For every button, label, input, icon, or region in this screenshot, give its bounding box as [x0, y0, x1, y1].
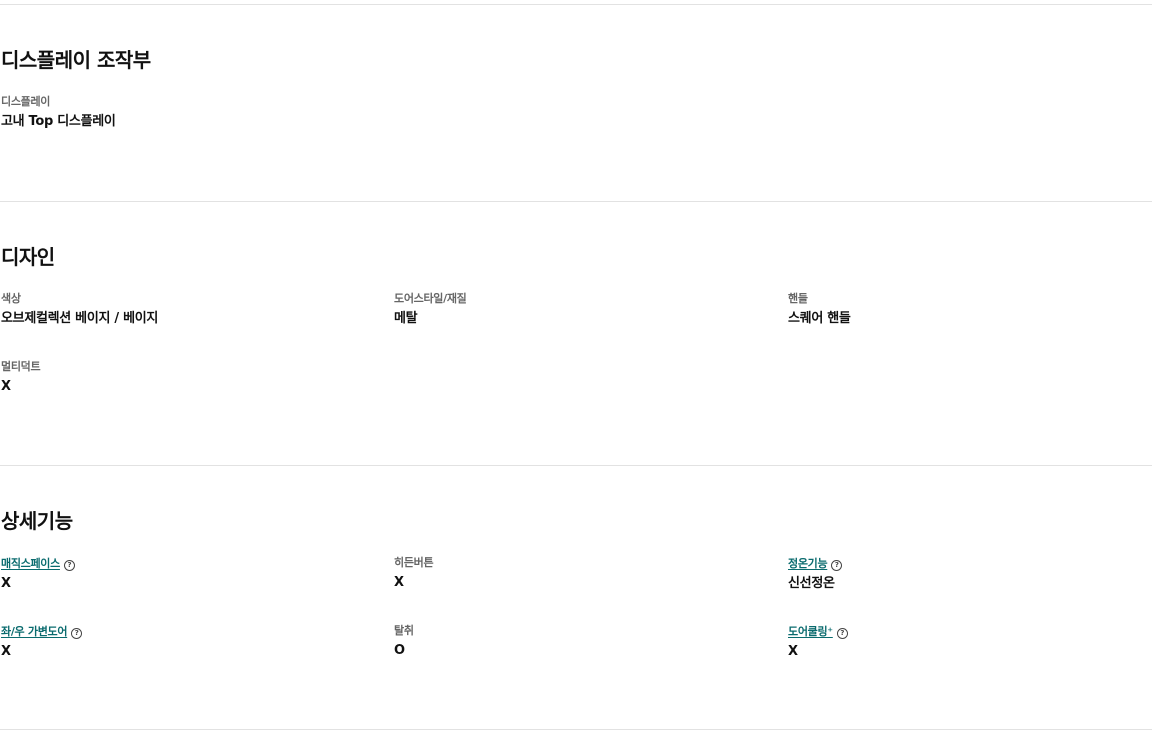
spec-display: 디스플레이 고내 Top 디스플레이 — [1, 95, 116, 130]
divider-display — [0, 201, 1152, 202]
variable-door-link[interactable]: 좌/우 가변도어 — [1, 625, 67, 639]
door-cooling-link[interactable]: 도어쿨링⁺ — [788, 625, 833, 639]
spec-deodorize: 탈취 O — [394, 624, 414, 659]
spec-label-handle: 핸들 — [788, 292, 808, 305]
spec-magic-space: 매직스페이스 ? X — [1, 557, 75, 592]
spec-value-door-style: 메탈 — [394, 311, 418, 326]
spec-value-color: 오브제컬렉션 베이지 / 베이지 — [1, 311, 159, 326]
divider-design — [0, 465, 1152, 466]
spec-label-hidden-button: 히든버튼 — [394, 556, 434, 569]
spec-value-magic-space: X — [1, 576, 11, 591]
question-circle-icon[interactable]: ? — [836, 627, 848, 639]
spec-constant-temp: 정온기능 ? 신선정온 — [788, 557, 843, 592]
spec-door-style: 도어스타일/재질 메탈 — [394, 292, 467, 327]
spec-handle: 핸들 스퀘어 핸들 — [788, 292, 851, 327]
spec-label-display: 디스플레이 — [1, 95, 51, 108]
spec-page: 디스플레이 조작부 디스플레이 고내 Top 디스플레이 디자인 색상 오브제컬… — [0, 0, 1152, 733]
spec-value-hidden-button: X — [394, 575, 404, 590]
spec-door-cooling: 도어쿨링⁺ ? X — [788, 625, 848, 660]
spec-hidden-button: 히든버튼 X — [394, 556, 434, 591]
constant-temp-link[interactable]: 정온기능 — [788, 557, 828, 571]
spec-value-variable-door: X — [1, 644, 11, 659]
section-title-features: 상세기능 — [1, 509, 73, 533]
spec-multi-duct: 멀티덕트 X — [1, 360, 41, 395]
spec-value-constant-temp: 신선정온 — [788, 576, 835, 591]
question-circle-icon[interactable]: ? — [831, 559, 843, 571]
spec-value-display: 고내 Top 디스플레이 — [1, 114, 116, 129]
spec-variable-door: 좌/우 가변도어 ? X — [1, 625, 83, 660]
spec-value-door-cooling: X — [788, 644, 798, 659]
spec-label-door-style: 도어스타일/재질 — [394, 292, 467, 305]
spec-label-multi-duct: 멀티덕트 — [1, 360, 41, 373]
spec-value-handle: 스퀘어 핸들 — [788, 311, 851, 326]
spec-label-deodorize: 탈취 — [394, 624, 414, 637]
spec-label-color: 색상 — [1, 292, 21, 305]
question-circle-icon[interactable]: ? — [71, 627, 83, 639]
spec-value-multi-duct: X — [1, 379, 11, 394]
section-title-display: 디스플레이 조작부 — [1, 48, 151, 72]
magic-space-link[interactable]: 매직스페이스 — [1, 557, 60, 571]
divider-bottom — [0, 729, 1152, 730]
divider-top — [0, 4, 1152, 5]
spec-value-deodorize: O — [394, 643, 405, 658]
spec-color: 색상 오브제컬렉션 베이지 / 베이지 — [1, 292, 158, 327]
section-title-design: 디자인 — [1, 245, 55, 269]
question-circle-icon[interactable]: ? — [63, 559, 75, 571]
